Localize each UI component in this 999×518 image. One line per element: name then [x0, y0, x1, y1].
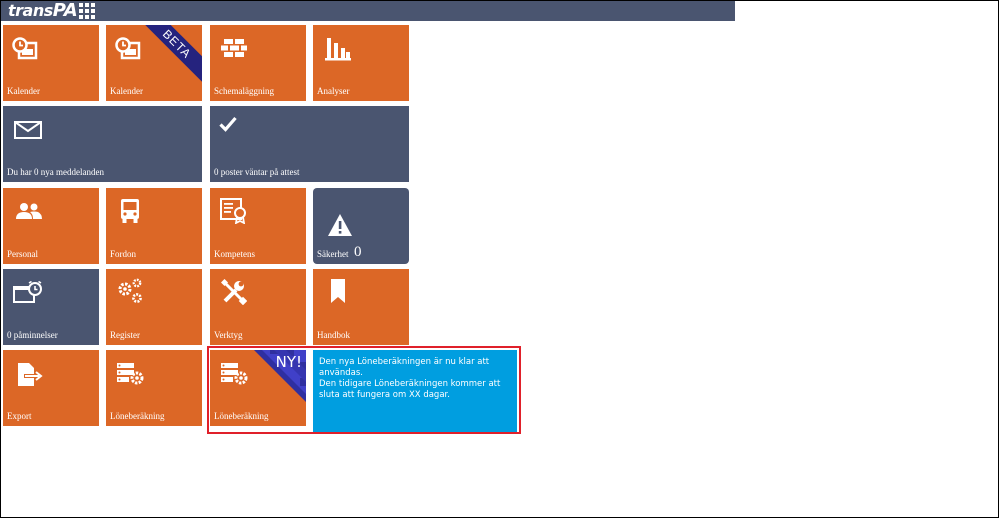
tile-label: Register [110, 330, 140, 340]
bus-icon [121, 199, 139, 223]
tile-label: Analyser [317, 86, 350, 96]
tile-paminnelser[interactable]: 0 påminnelser [3, 269, 99, 345]
tile-analyser[interactable]: Analyser [313, 25, 409, 101]
calendar-clock-icon [115, 37, 141, 60]
tile-label: 0 påminnelser [7, 330, 58, 340]
tile-label: Löneberäkning [110, 411, 165, 421]
tile-attest[interactable]: 0 poster väntar på attest [210, 106, 409, 182]
tile-kalender[interactable]: Kalender [3, 25, 99, 101]
file-export-icon [18, 363, 43, 386]
tile-label: Kompetens [214, 249, 255, 259]
tile-personal[interactable]: Personal [3, 188, 99, 264]
gears-icon [118, 278, 142, 303]
tile-schemalaggning[interactable]: Schemaläggning [210, 25, 306, 101]
tile-loneberakning[interactable]: Löneberäkning [106, 350, 202, 426]
tile-label: Du har 0 nya meddelanden [7, 167, 104, 177]
bricks-icon [221, 39, 247, 57]
tile-label: Personal [7, 249, 38, 259]
tile-label: Säkerhet [317, 249, 349, 259]
tile-verktyg[interactable]: Verktyg [210, 269, 306, 345]
warning-icon [328, 214, 352, 236]
tile-label: 0 poster väntar på attest [214, 167, 300, 177]
certificate-icon [220, 198, 246, 224]
logo[interactable]: transPA [8, 1, 78, 21]
envelope-icon [14, 121, 42, 139]
tile-meddelanden[interactable]: Du har 0 nya meddelanden [3, 106, 202, 182]
bookmark-icon [331, 279, 345, 303]
safety-count: 0 [354, 244, 362, 260]
tools-icon [221, 279, 247, 305]
tile-kompetens[interactable]: Kompetens [210, 188, 306, 264]
alarm-window-icon [13, 281, 42, 303]
tile-handbok[interactable]: Handbok [313, 269, 409, 345]
tile-label: Schemaläggning [214, 86, 274, 96]
notice-line-1: Den nya Löneberäkningen är nu klar att a… [319, 357, 490, 378]
top-bar: transPA [1, 1, 735, 21]
tile-register[interactable]: Register [106, 269, 202, 345]
tile-kalender-beta[interactable]: BETA Kalender [106, 25, 202, 101]
tile-label: Handbok [317, 330, 350, 340]
tile-label: Kalender [7, 86, 40, 96]
notice-line-2: Den tidigare Löneberäkningen kommer att … [319, 379, 501, 400]
tile-export[interactable]: Export [3, 350, 99, 426]
server-gear-icon [117, 363, 144, 385]
checkmark-icon [219, 116, 237, 132]
calendar-clock-icon [12, 37, 38, 60]
tile-label: Fordon [110, 249, 137, 259]
tile-label: Kalender [110, 86, 143, 96]
tile-fordon[interactable]: Fordon [106, 188, 202, 264]
tile-sakerhet[interactable]: Säkerhet 0 [313, 188, 409, 264]
tile-label: Export [7, 411, 32, 421]
tile-label: Verktyg [214, 330, 243, 340]
bar-chart-icon [325, 38, 351, 61]
users-icon [16, 203, 42, 219]
app-grid-icon[interactable] [79, 3, 95, 19]
new-payroll-notice: Den nya Löneberäkningen är nu klar att a… [313, 350, 517, 432]
beta-ribbon: BETA [131, 25, 202, 90]
